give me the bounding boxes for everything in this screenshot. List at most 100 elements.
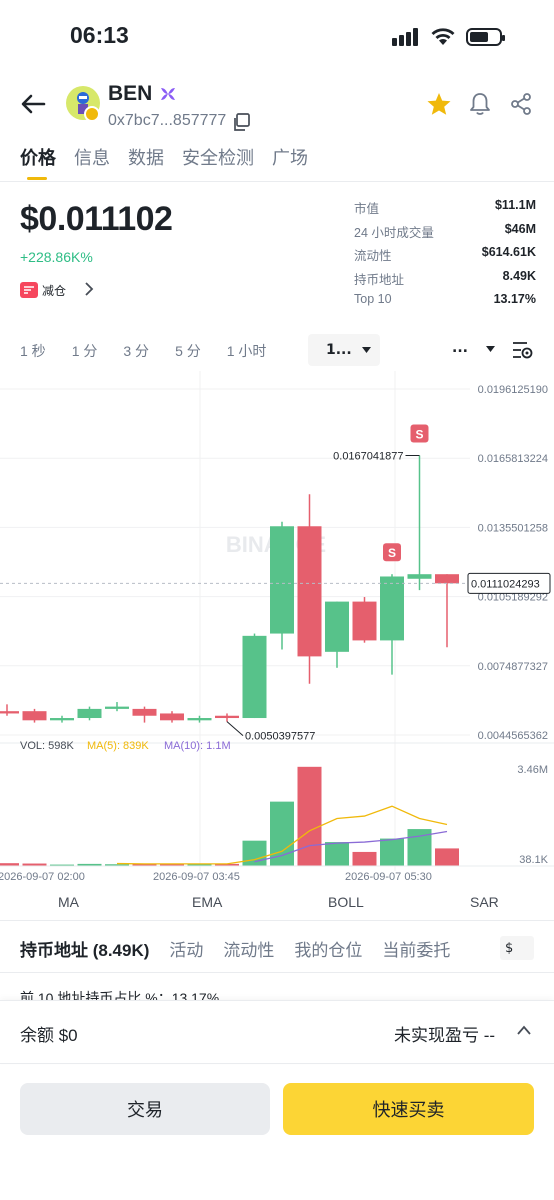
indicator-sar[interactable]: SAR	[470, 894, 499, 910]
candle-body	[352, 601, 377, 641]
candle-body	[105, 706, 129, 709]
tab-data[interactable]: 数据	[128, 144, 164, 170]
price-change: +228.86K%	[20, 249, 93, 265]
stat-label: 持币地址	[354, 272, 405, 287]
stat-row: Top 10 13.17%	[354, 292, 536, 316]
signal-icon	[392, 28, 418, 46]
token-name: BEN	[108, 82, 153, 105]
bell-icon[interactable]	[468, 92, 492, 116]
indicator-ma[interactable]: MA	[58, 894, 79, 910]
candle-body	[187, 718, 212, 721]
chain-icon	[161, 88, 175, 100]
volume-label: VOL: 598K	[20, 740, 74, 752]
reduce-label: 减仓	[42, 283, 67, 298]
tab-info[interactable]: 信息	[74, 144, 110, 170]
tab-price[interactable]: 价格	[20, 144, 56, 170]
trade-button[interactable]: 交易	[20, 1083, 270, 1135]
price-chart[interactable]: 0.0196125190 0.0165813224 0.0135501258 0.01…	[0, 371, 554, 886]
low-marker-line	[226, 721, 244, 737]
chart-settings-icon[interactable]	[512, 340, 534, 360]
tab-my-position[interactable]: 我的仓位	[294, 936, 362, 961]
candle-body	[77, 708, 102, 719]
low-price-label: 0.0050397577	[245, 731, 315, 743]
tab-holders[interactable]: 持币地址 (8.49K)	[20, 936, 149, 961]
reduce-position-tag[interactable]: 减仓	[20, 280, 74, 300]
indicator-ema[interactable]: EMA	[192, 894, 222, 910]
currency-toggle[interactable]: $	[500, 936, 534, 960]
tab-square[interactable]: 广场	[272, 144, 308, 170]
stat-row: 24 小时成交量 $46M	[354, 222, 536, 246]
volume-bar	[325, 842, 349, 866]
candle-body	[407, 574, 432, 579]
candle-body	[297, 526, 322, 657]
stat-label: 流动性	[354, 249, 392, 263]
volume-max-label: 3.46M	[517, 764, 548, 776]
volume-bar	[270, 801, 294, 866]
interval-5m[interactable]: 5 分	[175, 341, 201, 361]
stat-label: Top 10	[354, 292, 392, 306]
interval-1m[interactable]: 1 分	[72, 341, 98, 361]
current-price-label: 0.0111024293	[471, 578, 540, 590]
interval-selected-label: 1...	[326, 342, 352, 358]
candle-body	[380, 576, 404, 641]
x-tick-label: 2026-09-07 03:45	[153, 871, 240, 883]
candle-body	[50, 718, 74, 721]
wifi-icon	[431, 28, 455, 45]
stat-value: 13.17%	[493, 292, 536, 306]
tab-security[interactable]: 安全检测	[182, 144, 254, 170]
tab-active-indicator	[27, 177, 47, 180]
candle-body	[132, 708, 157, 716]
interval-dropdown[interactable]: 1...	[308, 334, 380, 366]
volume-bar	[380, 838, 404, 866]
tab-liquidity[interactable]: 流动性	[223, 936, 274, 961]
volume-min-label: 38.1K	[519, 854, 548, 866]
status-time: 06:13	[70, 22, 129, 48]
sell-marker-label: S	[388, 546, 396, 560]
interval-1s[interactable]: 1 秒	[20, 341, 46, 361]
candle-body	[215, 715, 239, 719]
y-tick-label: 0.0074877327	[478, 661, 548, 673]
sell-marker-label: S	[415, 427, 423, 441]
more-options[interactable]: ...	[452, 340, 468, 356]
stat-row: 流动性 $614.61K	[354, 245, 536, 269]
share-icon[interactable]	[509, 92, 533, 116]
chevron-up-icon[interactable]	[516, 1024, 532, 1036]
divider	[0, 972, 554, 973]
caret-down-icon[interactable]	[486, 346, 495, 352]
copy-icon[interactable]	[232, 113, 250, 131]
unrealized-pnl: 未实现盈亏 --	[394, 1026, 496, 1045]
candle-body	[270, 526, 294, 634]
interval-1h[interactable]: 1 小时	[227, 341, 267, 361]
main-tabs: 价格 信息 数据 安全检测 广场	[20, 144, 308, 170]
stat-label: 市值	[354, 202, 380, 216]
candle-body	[435, 574, 459, 584]
candle-body	[22, 711, 47, 721]
tab-activity[interactable]: 活动	[169, 936, 203, 961]
interval-3m[interactable]: 3 分	[123, 341, 149, 361]
x-tick-label: 2026-09-07 02:00	[0, 871, 85, 883]
volume-bar	[435, 848, 459, 866]
candle-body	[242, 635, 267, 719]
star-icon[interactable]	[426, 92, 452, 116]
indicator-boll[interactable]: BOLL	[328, 894, 364, 910]
ma5-label: MA(5): 839K	[87, 740, 149, 752]
back-arrow-icon[interactable]	[18, 90, 48, 118]
y-tick-label: 0.0165813224	[478, 453, 548, 465]
candle-body	[0, 711, 19, 714]
quick-trade-button[interactable]: 快速买卖	[283, 1083, 534, 1135]
y-tick-label: 0.0196125190	[478, 384, 548, 396]
stat-value: $46M	[504, 221, 536, 236]
current-price: $0.011102	[20, 200, 173, 238]
token-address: 0x7bc7...857777	[108, 112, 227, 129]
chevron-right-icon[interactable]	[84, 281, 94, 297]
divider	[0, 1063, 554, 1064]
high-price-label: 0.0167041877	[333, 450, 403, 462]
reduce-icon	[20, 282, 38, 298]
stat-value: $11.1M	[494, 198, 536, 212]
volume-bar	[297, 766, 322, 866]
volume-bar	[242, 840, 267, 866]
ma10-label: MA(10): 1.1M	[164, 740, 231, 752]
tab-open-orders[interactable]: 当前委托	[382, 936, 450, 961]
stat-value: $614.61K	[481, 245, 536, 259]
token-stats: 市值 $11.1M 24 小时成交量 $46M 流动性 $614.61K 持币地址 8.…	[354, 198, 536, 316]
